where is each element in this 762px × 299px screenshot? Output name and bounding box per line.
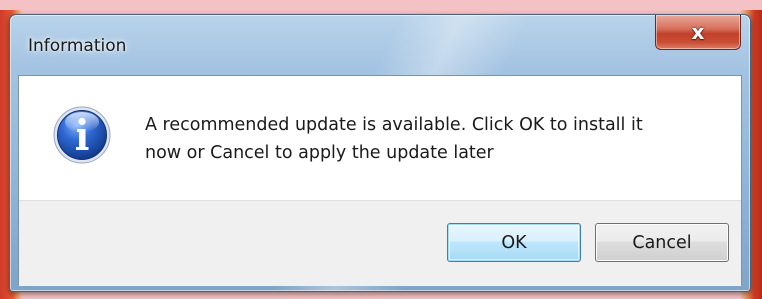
ok-button[interactable]: OK [447, 223, 581, 262]
dialog-client-area: A recommended update is available. Click… [18, 75, 742, 286]
cancel-button[interactable]: Cancel [595, 223, 729, 262]
title-bar[interactable]: Information x [10, 15, 750, 75]
dialog-message: A recommended update is available. Click… [145, 115, 643, 163]
close-icon: x [691, 20, 705, 44]
window-title: Information [28, 36, 127, 56]
info-icon [53, 106, 111, 164]
information-dialog: Information x A recommended update is av… [9, 14, 751, 292]
close-button[interactable]: x [655, 15, 741, 50]
button-bar: OK Cancel [19, 200, 741, 286]
message-panel: A recommended update is available. Click… [19, 76, 741, 200]
